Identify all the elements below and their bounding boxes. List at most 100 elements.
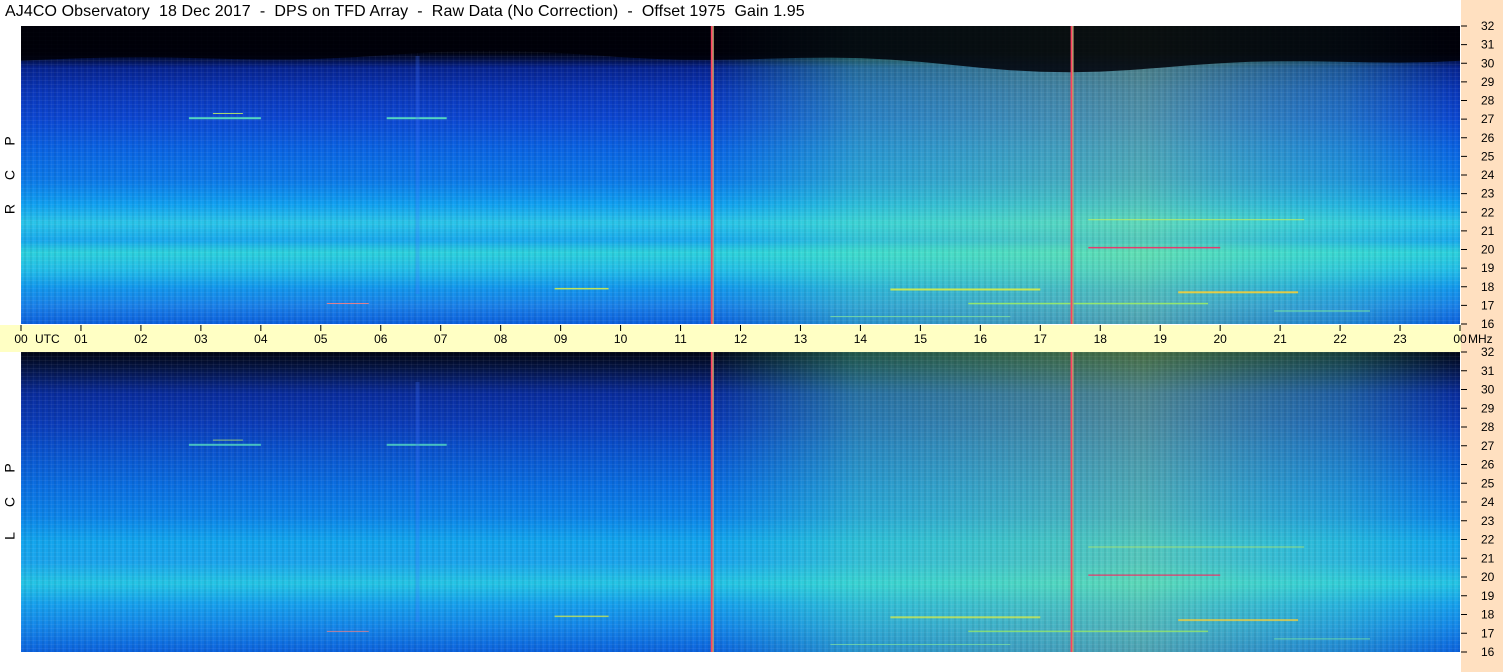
time-tick-label: 06 <box>374 332 388 346</box>
frequency-tick-label: 19 <box>1481 589 1495 603</box>
emission-streak <box>968 302 1209 305</box>
emission-streak <box>326 303 369 304</box>
polarization-label: P <box>2 463 18 472</box>
time-tick-label: 02 <box>134 332 148 346</box>
frequency-tick-label: 23 <box>1481 187 1495 201</box>
frequency-tick-label: 26 <box>1481 458 1495 472</box>
marker-line-edge <box>1072 26 1074 324</box>
time-tick-label: 00 <box>14 332 28 346</box>
emission-streak <box>188 443 261 446</box>
frequency-tick-label: 29 <box>1481 75 1495 89</box>
frequency-tick-label: 26 <box>1481 131 1495 145</box>
time-tick-label: 21 <box>1273 332 1287 346</box>
spectrogram-texture <box>21 352 1460 652</box>
frequency-tick-label: 29 <box>1481 401 1495 415</box>
emission-streak <box>1088 219 1305 221</box>
marker-line-edge <box>712 352 714 652</box>
emission-streak <box>554 615 609 618</box>
frequency-tick-label: 32 <box>1481 345 1495 359</box>
time-tick-label: 18 <box>1094 332 1108 346</box>
time-tick-label: 01 <box>74 332 88 346</box>
time-tick-label: 10 <box>614 332 628 346</box>
emission-streak <box>1274 638 1370 640</box>
frequency-tick-label: 19 <box>1481 261 1495 275</box>
marker-line-edge <box>712 26 714 324</box>
time-tick-label: 23 <box>1393 332 1407 346</box>
time-tick-label: 14 <box>854 332 868 346</box>
frequency-tick-label: 18 <box>1481 280 1495 294</box>
time-tick-label: 11 <box>674 332 687 346</box>
time-tick-label: 13 <box>794 332 808 346</box>
frequency-tick-label: 20 <box>1481 570 1495 584</box>
emission-streak <box>1178 291 1299 294</box>
time-tick-label: 19 <box>1154 332 1168 346</box>
time-axis-unit-utc: UTC <box>35 332 60 346</box>
frequency-tick-label: 24 <box>1481 168 1495 182</box>
interference-column <box>415 56 420 294</box>
interference-column <box>415 382 420 622</box>
polarization-label: C <box>2 497 18 507</box>
frequency-tick-label: 20 <box>1481 243 1495 257</box>
frequency-tick-label: 25 <box>1481 149 1495 163</box>
frequency-tick-label: 18 <box>1481 608 1495 622</box>
time-tick-label: 00 <box>1453 332 1467 346</box>
emission-streak <box>1178 619 1299 622</box>
spectrogram-panel-rcp <box>21 26 1460 324</box>
time-tick-label: 03 <box>194 332 208 346</box>
time-tick-label: 22 <box>1333 332 1347 346</box>
frequency-tick-label: 30 <box>1481 383 1495 397</box>
frequency-tick-label: 27 <box>1481 112 1495 126</box>
frequency-tick-label: 16 <box>1481 645 1495 659</box>
spectrogram-texture <box>21 26 1460 324</box>
emission-streak <box>326 630 369 632</box>
polarization-label: R <box>2 204 18 214</box>
frequency-tick-label: 25 <box>1481 476 1495 490</box>
frequency-axis-unit-mhz: MHz <box>1468 332 1493 346</box>
frequency-tick-label: 31 <box>1481 38 1495 52</box>
frequency-tick-label: 22 <box>1481 205 1495 219</box>
emission-streak <box>188 117 261 120</box>
polarization-label: P <box>2 136 18 145</box>
frequency-tick-label: 21 <box>1481 551 1495 565</box>
marker-line-edge <box>1072 352 1074 652</box>
frequency-tick-label: 32 <box>1481 19 1495 33</box>
frequency-tick-label: 23 <box>1481 514 1495 528</box>
polarization-label: C <box>2 170 18 180</box>
time-tick-label: 08 <box>494 332 508 346</box>
frequency-tick-label: 30 <box>1481 56 1495 70</box>
emission-streak <box>968 630 1209 633</box>
time-tick-label: 05 <box>314 332 328 346</box>
emission-streak <box>890 616 1041 619</box>
time-tick-label: 15 <box>914 332 928 346</box>
time-tick-label: 09 <box>554 332 568 346</box>
emission-streak <box>554 287 609 290</box>
emission-streak <box>1088 246 1221 249</box>
spectrogram-panel-lcp <box>21 352 1460 652</box>
polarization-label: L <box>2 532 18 540</box>
frequency-tick-label: 24 <box>1481 495 1495 509</box>
time-tick-label: 04 <box>254 332 268 346</box>
frequency-tick-label: 17 <box>1481 626 1495 640</box>
frequency-tick-label: 16 <box>1481 317 1495 331</box>
time-tick-label: 20 <box>1213 332 1227 346</box>
frequency-tick-label: 17 <box>1481 298 1495 312</box>
emission-streak <box>1088 546 1305 548</box>
emission-streak <box>1274 310 1370 312</box>
time-tick-label: 16 <box>974 332 988 346</box>
frequency-tick-label: 28 <box>1481 94 1495 108</box>
emission-streak <box>890 288 1041 291</box>
spectrogram-figure: 00 01 02 03 04 05 06 07 08 09 10 11 12 13 14 15 16 17 18 19… <box>0 0 1503 672</box>
emission-streak <box>1088 574 1221 576</box>
time-tick-label: 12 <box>734 332 748 346</box>
emission-streak <box>212 439 243 441</box>
emission-streak <box>212 113 243 114</box>
frequency-tick-label: 21 <box>1481 224 1495 238</box>
time-axis-band <box>0 325 1461 352</box>
frequency-tick-label: 27 <box>1481 439 1495 453</box>
emission-streak <box>830 316 1011 318</box>
emission-streak <box>830 644 1011 645</box>
frequency-tick-label: 28 <box>1481 420 1495 434</box>
time-tick-label: 17 <box>1034 332 1048 346</box>
time-tick-label: 07 <box>434 332 448 346</box>
frequency-tick-label: 22 <box>1481 533 1495 547</box>
